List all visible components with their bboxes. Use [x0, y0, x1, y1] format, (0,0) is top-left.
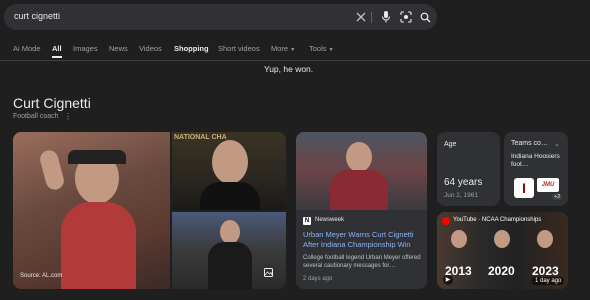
search-bar[interactable]: curt cignetti — [4, 4, 437, 30]
news-source: Newsweek — [315, 217, 345, 223]
tab-videos[interactable]: Videos — [139, 44, 162, 53]
photo-2[interactable]: NATIONAL CHA — [172, 132, 286, 210]
entity-title: Curt Cignetti — [13, 95, 91, 111]
teams-value: Indiana Hoosiers foot… — [511, 153, 560, 168]
close-icon[interactable] — [354, 10, 368, 24]
tab-images[interactable]: Images — [73, 44, 98, 53]
tab-all[interactable]: All — [52, 44, 62, 53]
youtube-icon — [442, 217, 450, 225]
gallery-icon[interactable] — [260, 264, 276, 280]
person-jacket — [200, 182, 260, 210]
person-shirt — [61, 202, 136, 289]
age-label: Age — [444, 141, 457, 148]
tab-more[interactable]: More ▼ — [271, 44, 295, 53]
person-head — [537, 230, 553, 248]
active-tab-indicator — [52, 56, 62, 58]
video-card[interactable]: YouTube · NCAA Championships 2013 2020 2… — [437, 212, 568, 289]
search-input[interactable]: curt cignetti — [14, 11, 60, 21]
video-age: 1 day ago — [532, 277, 565, 285]
chevron-down-icon[interactable]: ⌄ — [554, 140, 560, 148]
teams-card[interactable]: Teams co… ⌄ Indiana Hoosiers foot… I JMU… — [504, 132, 568, 206]
person-head — [346, 142, 372, 172]
tab-news[interactable]: News — [109, 44, 128, 53]
microphone-icon[interactable] — [379, 10, 393, 24]
tab-tools[interactable]: Tools ▼ — [309, 44, 334, 53]
video-year-3: 2023 — [532, 264, 559, 278]
age-value: 64 years — [444, 177, 483, 188]
person-hand — [38, 148, 66, 192]
jmu-logo-icon: JMU — [537, 178, 559, 192]
news-snippet: College football legend Urban Meyer offe… — [303, 255, 421, 269]
indiana-logo-icon: I — [514, 178, 534, 198]
person-head — [451, 230, 467, 248]
tabs-divider — [0, 60, 590, 61]
chevron-down-icon: ▼ — [290, 47, 296, 53]
news-age: 2 days ago — [303, 276, 333, 282]
search-divider — [371, 12, 372, 23]
video-year-2: 2020 — [488, 264, 515, 278]
more-options-icon[interactable]: ⋮ — [64, 112, 72, 121]
person-head — [494, 230, 510, 248]
more-teams-count: +2 — [552, 194, 563, 200]
tab-short-videos[interactable]: Short videos — [218, 44, 260, 53]
tab-shopping[interactable]: Shopping — [174, 44, 209, 53]
person-jacket — [208, 242, 252, 289]
search-icon[interactable] — [418, 10, 432, 24]
image-source: Source: AL.com — [20, 273, 63, 279]
newsweek-logo-icon: N — [303, 217, 311, 225]
person-headset — [68, 150, 126, 164]
video-source: YouTube · NCAA Championships — [453, 217, 542, 223]
news-photo — [296, 132, 427, 210]
news-card[interactable]: N Newsweek Urban Meyer Warns Curt Cignet… — [296, 132, 427, 289]
person-head — [220, 220, 240, 244]
answer-text: Yup, he won. — [264, 64, 314, 74]
chevron-down-icon: ▼ — [328, 47, 334, 53]
person-head — [212, 140, 248, 184]
person-jacket — [330, 170, 388, 210]
tab-ai-mode[interactable]: Ai Mode — [13, 44, 41, 53]
main-photo[interactable] — [13, 132, 170, 289]
birth-date: Jun 2, 1961 — [444, 192, 478, 199]
news-headline[interactable]: Urban Meyer Warns Curt Cignetti After In… — [303, 230, 423, 249]
age-card[interactable]: Age 64 years Jun 2, 1961 — [437, 132, 500, 206]
teams-label: Teams co… — [511, 140, 548, 147]
play-icon[interactable]: ▶ — [443, 275, 453, 285]
photo-2-text: NATIONAL CHA — [174, 134, 227, 141]
camera-lens-icon[interactable] — [399, 10, 413, 24]
entity-subtitle: Football coach — [13, 113, 59, 120]
